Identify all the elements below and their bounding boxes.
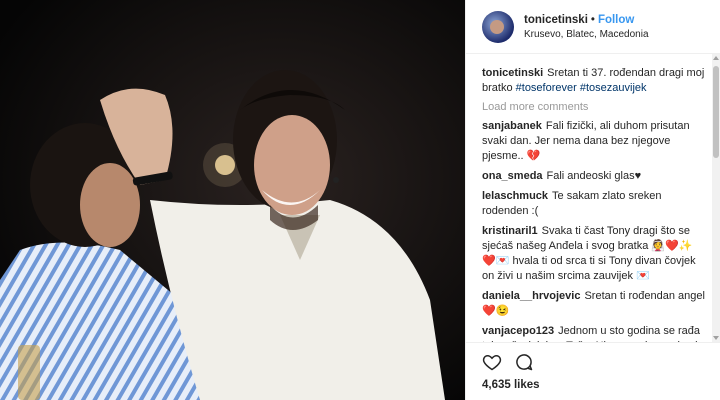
follow-button[interactable]: Follow xyxy=(598,14,634,26)
post-header: tonicetinski • Follow Krusevo, Blatec, Mac… xyxy=(466,0,720,54)
comment-icon[interactable] xyxy=(514,352,534,372)
post-photo[interactable] xyxy=(0,0,465,400)
location-link[interactable]: Krusevo, Blatec, Macedonia xyxy=(524,29,649,40)
hashtag-link[interactable]: #toseforever xyxy=(516,82,577,94)
comments-list[interactable]: tonicetinski Sretan ti 37. rođendan dragi… xyxy=(466,54,720,342)
scroll-up-arrow-icon[interactable] xyxy=(713,56,719,60)
comment-username[interactable]: kristinaril1 xyxy=(482,225,538,237)
photo-illustration xyxy=(0,0,465,400)
comments-scrollbar[interactable] xyxy=(712,54,720,342)
scroll-down-arrow-icon[interactable] xyxy=(713,336,719,340)
likes-count[interactable]: 4,635 likes xyxy=(482,379,704,391)
comment-username[interactable]: lelaschmuck xyxy=(482,190,548,202)
header-username[interactable]: tonicetinski xyxy=(524,14,588,26)
hashtag-link[interactable]: #tosezauvijek xyxy=(580,82,647,94)
comment-item: kristinaril1 Svaka ti čast Tony dragi što… xyxy=(482,224,706,284)
comment-username[interactable]: daniela__hrvojevic xyxy=(482,290,580,302)
comment-item: ona_smeda Fali andeoski glas♥ xyxy=(482,169,706,184)
post-sidebar: tonicetinski • Follow Krusevo, Blatec, Mac… xyxy=(465,0,720,400)
load-more-comments[interactable]: Load more comments xyxy=(482,101,706,113)
heart-icon[interactable] xyxy=(482,352,502,372)
comment-item: lelaschmuck Te sakam zlato sreken rodende… xyxy=(482,189,706,219)
header-separator: • xyxy=(590,13,595,26)
avatar[interactable] xyxy=(482,10,514,43)
comment-item: sanjabanek Fali fizički, ali duhom prisut… xyxy=(482,119,706,164)
comment-item: vanjacepo123 Jednom u sto godina se rađa … xyxy=(482,324,706,342)
comment-username[interactable]: vanjacepo123 xyxy=(482,325,554,337)
comment-username[interactable]: sanjabanek xyxy=(482,120,542,132)
caption: tonicetinski Sretan ti 37. rođendan dragi… xyxy=(482,66,706,96)
post-actions: 4,635 likes xyxy=(466,342,720,400)
scrollbar-thumb[interactable] xyxy=(713,66,719,158)
comment-item: daniela__hrvojevic Sretan ti rođendan ang… xyxy=(482,289,706,319)
comment-text: Fali andeoski glas♥ xyxy=(546,170,642,182)
caption-username[interactable]: tonicetinski xyxy=(482,67,543,79)
comment-username[interactable]: ona_smeda xyxy=(482,170,543,182)
